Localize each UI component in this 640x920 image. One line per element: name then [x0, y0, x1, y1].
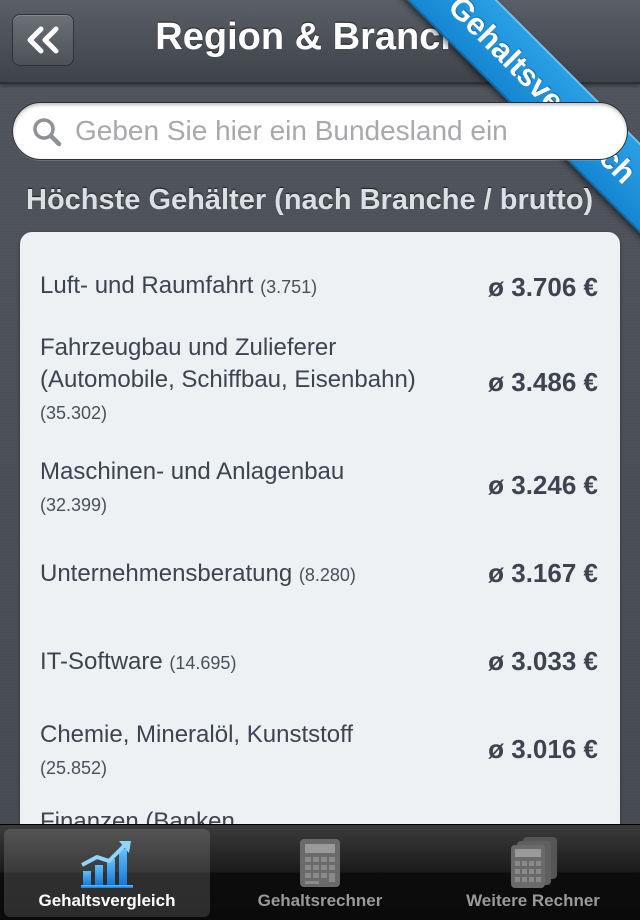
list-item[interactable]: Maschinen- und Anlagenbau (32.399) ø 3.2…	[20, 450, 620, 538]
list-item-label-wrap: Luft- und Raumfahrt (3.751)	[40, 270, 440, 303]
list-item-label-wrap: IT-Software (14.695)	[40, 646, 440, 679]
list-item-label-wrap: Chemie, Mineralöl, Kunststoff (25.852)	[40, 719, 420, 784]
list-item-count: (3.751)	[260, 277, 318, 297]
list-item-label-wrap: Fahrzeugbau und Zulieferer (Automobile, …	[40, 332, 420, 429]
list-item[interactable]: IT-Software (14.695) ø 3.033 €	[20, 626, 620, 714]
tab-label: Gehaltsrechner	[257, 891, 383, 910]
search-bar[interactable]	[12, 102, 628, 160]
list-item-label: IT-Software	[40, 648, 163, 675]
list-item-label-wrap: Unternehmensberatung (8.280)	[40, 558, 440, 591]
list-item-label: Chemie, Mineralöl, Kunststoff	[40, 721, 354, 748]
search-input[interactable]	[75, 103, 595, 159]
ribbon-label: Gehaltsvergleich	[441, 0, 640, 191]
list-item-label: Unternehmensberatung	[40, 560, 293, 587]
list-item-label-wrap: Finanzen (Banken,	[40, 806, 440, 824]
tab-label: Gehaltsvergleich	[38, 891, 176, 910]
list-item[interactable]: Chemie, Mineralöl, Kunststoff (25.852) ø…	[20, 714, 620, 802]
list-item-count: (8.280)	[298, 565, 356, 585]
tab-weitere-rechner[interactable]: Weitere Rechner	[430, 829, 636, 917]
list-item-label: Maschinen- und Anlagenbau	[40, 458, 345, 485]
list-item[interactable]: Luft- und Raumfahrt (3.751) ø 3.706 €	[20, 242, 620, 330]
list-item-label: Finanzen (Banken,	[40, 808, 242, 824]
list-item-value: ø 3.486 €	[488, 367, 598, 397]
list-item-label: Luft- und Raumfahrt	[40, 272, 254, 299]
salary-list: Luft- und Raumfahrt (3.751) ø 3.706 € Fa…	[20, 232, 620, 824]
list-item-count: (35.302)	[40, 403, 108, 423]
calculator-icon	[300, 839, 340, 887]
list-item-label-wrap: Maschinen- und Anlagenbau (32.399)	[40, 456, 400, 521]
list-item-count: (25.852)	[40, 758, 108, 778]
tab-label: Weitere Rechner	[466, 891, 600, 910]
list-item-value: ø 3.167 €	[488, 558, 598, 588]
tab-gehaltsvergleich[interactable]: Gehaltsvergleich	[4, 829, 210, 917]
section-header: Höchste Gehälter (nach Branche / brutto)	[26, 184, 594, 216]
list-item-value: ø 3.706 €	[488, 272, 598, 302]
list-item[interactable]: Fahrzeugbau und Zulieferer (Automobile, …	[20, 330, 620, 440]
list-item-value: ø 3.246 €	[488, 470, 598, 500]
calculators-icon	[511, 837, 557, 888]
list-item-value: ø 3.033 €	[488, 646, 598, 676]
search-icon	[33, 118, 62, 147]
tab-bar: Gehaltsvergleich Gehaltsrechner Weitere …	[0, 824, 640, 920]
list-item-count: (32.399)	[40, 495, 108, 515]
tab-gehaltsrechner[interactable]: Gehaltsrechner	[217, 829, 423, 917]
list-item-value: ø 3.016 €	[488, 734, 598, 764]
list-item-count: (14.695)	[169, 653, 237, 673]
chart-icon	[81, 841, 133, 888]
list-item-label: Fahrzeugbau und Zulieferer (Automobile, …	[40, 334, 416, 393]
list-item[interactable]: Unternehmensberatung (8.280) ø 3.167 €	[20, 538, 620, 626]
list-item[interactable]: Finanzen (Banken,	[20, 802, 620, 824]
